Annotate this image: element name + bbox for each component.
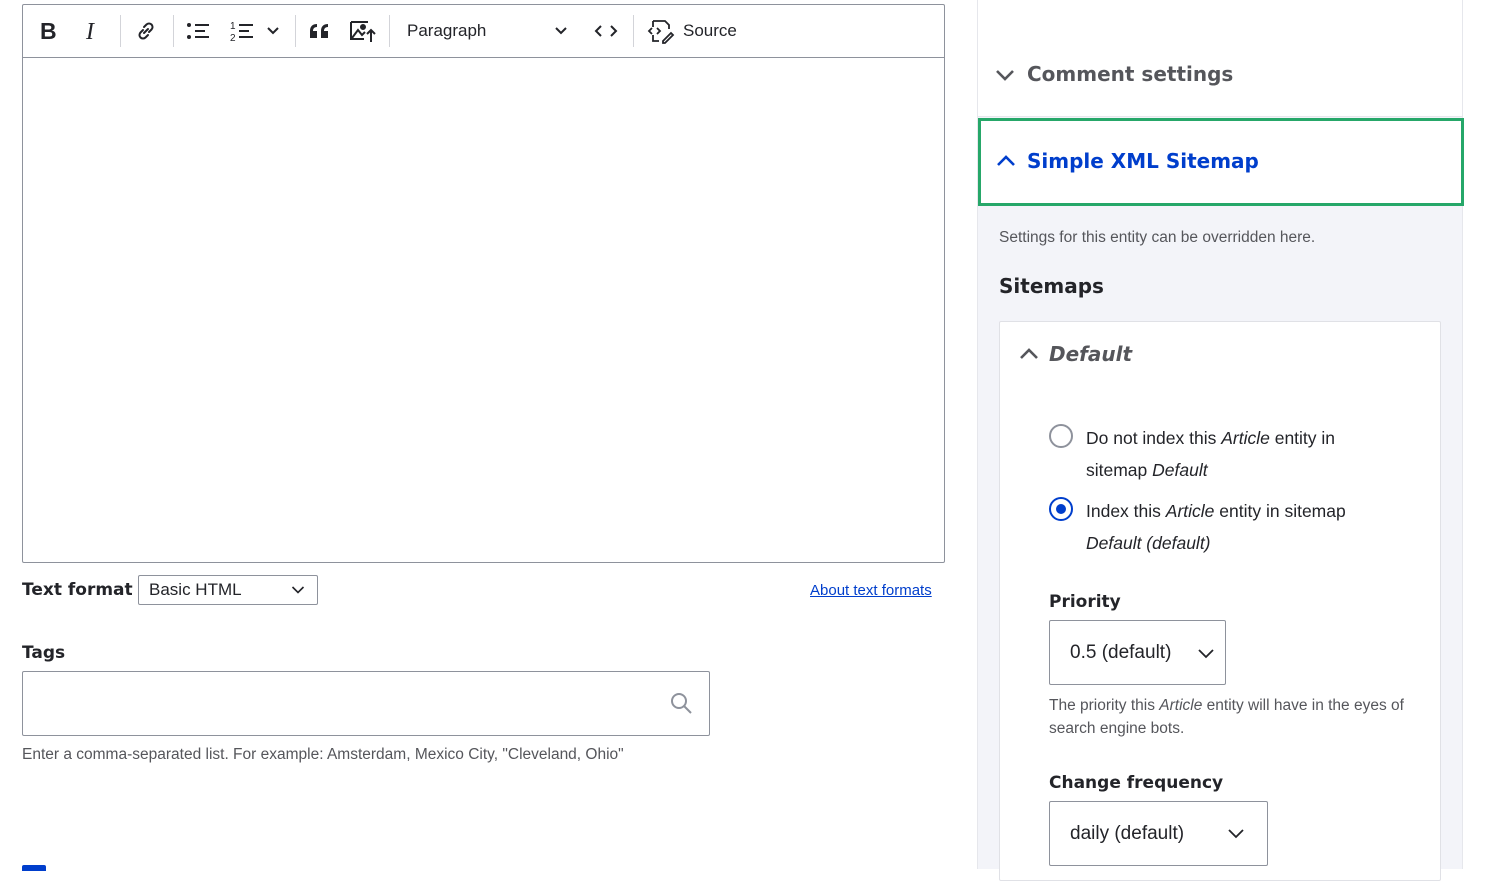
chevron-down-icon — [267, 27, 279, 35]
radio-text: Do not index this — [1086, 428, 1222, 448]
image-upload-icon — [350, 21, 376, 42]
chevron-up-icon[interactable] — [1018, 346, 1040, 362]
default-sitemap-title[interactable]: Default — [1049, 342, 1132, 366]
search-icon — [671, 693, 692, 714]
svg-text:B: B — [40, 20, 57, 42]
svg-text:2: 2 — [230, 33, 236, 43]
chevron-up-icon — [997, 155, 1015, 166]
text-format-selected: Basic HTML — [149, 580, 242, 599]
blockquote-icon — [310, 24, 328, 38]
priority-label: Priority — [1049, 592, 1121, 612]
comment-settings-title: Comment settings — [1027, 62, 1234, 86]
editor-toolbar: B I 1 2 Paragraph Source — [23, 5, 944, 58]
index-label[interactable]: Index this Article entity in sitemap Def… — [1086, 495, 1396, 559]
bold-button[interactable]: B — [35, 13, 63, 49]
italic-icon: I — [85, 20, 95, 42]
toolbar-separator — [120, 15, 121, 47]
blockquote-button[interactable] — [305, 13, 335, 49]
source-button-label: Source — [683, 21, 737, 40]
svg-text:1: 1 — [230, 21, 236, 32]
change-frequency-selected: daily (default) — [1070, 822, 1185, 844]
chevron-down-icon — [996, 70, 1014, 81]
chevron-down-icon — [555, 27, 567, 35]
radio-sitemap: Default (default) — [1086, 533, 1211, 553]
radio-text: entity in sitemap — [1214, 501, 1346, 521]
sitemaps-heading: Sitemaps — [999, 274, 1104, 298]
toolbar-separator — [633, 15, 634, 47]
comment-settings-summary[interactable] — [978, 0, 1462, 117]
sitemap-description: Settings for this entity can be overridd… — [999, 229, 1316, 246]
toolbar-separator — [295, 15, 296, 47]
tags-label: Tags — [22, 643, 66, 663]
toolbar-separator — [389, 15, 390, 47]
change-frequency-select[interactable]: daily (default) — [1049, 801, 1268, 866]
text-format-label: Text format — [22, 580, 133, 600]
desc-entity: Article — [1159, 697, 1203, 714]
do-not-index-label[interactable]: Do not index this Article entity in site… — [1086, 422, 1396, 486]
link-button[interactable] — [131, 13, 161, 49]
do-not-index-radio[interactable] — [1049, 424, 1073, 448]
text-format-select[interactable]: Basic HTML — [138, 575, 318, 605]
index-radio[interactable] — [1049, 497, 1073, 521]
numbered-list-button[interactable]: 1 2 — [227, 13, 257, 49]
chevron-down-icon — [1228, 829, 1244, 839]
change-frequency-label: Change frequency — [1049, 773, 1224, 793]
link-icon — [138, 22, 154, 40]
priority-selected: 0.5 (default) — [1070, 641, 1172, 663]
numbered-list-icon: 1 2 — [230, 21, 253, 43]
priority-description: The priority this Article entity will ha… — [1049, 694, 1409, 740]
editor-content-area[interactable] — [23, 58, 944, 562]
radio-sitemap: Default — [1152, 460, 1208, 480]
bold-icon: B — [40, 20, 57, 42]
image-upload-button[interactable] — [347, 13, 379, 49]
about-text-formats-link[interactable]: About text formats — [810, 582, 932, 599]
heading-dropdown-label: Paragraph — [407, 21, 487, 40]
svg-text:I: I — [85, 20, 95, 42]
toolbar-separator — [173, 15, 174, 47]
numbered-list-dropdown[interactable] — [263, 13, 283, 49]
code-icon — [594, 25, 618, 37]
source-button[interactable]: Source — [647, 13, 747, 49]
desc-text: The priority this — [1049, 697, 1160, 714]
tags-description: Enter a comma-separated list. For exampl… — [22, 746, 624, 763]
radio-entity: Article — [1165, 501, 1215, 521]
code-button[interactable] — [589, 13, 623, 49]
chevron-down-icon — [291, 586, 305, 594]
tags-input[interactable] — [22, 671, 710, 736]
priority-select[interactable]: 0.5 (default) — [1049, 620, 1226, 685]
italic-button[interactable]: I — [79, 13, 107, 49]
chevron-down-icon — [1198, 649, 1214, 659]
rich-text-editor: B I 1 2 Paragraph Source — [22, 4, 945, 563]
bulleted-list-icon — [187, 23, 209, 39]
radio-text: Index this — [1086, 501, 1166, 521]
source-icon — [647, 20, 675, 44]
radio-entity: Article — [1221, 428, 1270, 448]
bulleted-list-button[interactable] — [183, 13, 213, 49]
checkbox[interactable] — [22, 865, 46, 871]
simple-xml-sitemap-title: Simple XML Sitemap — [1027, 149, 1259, 173]
